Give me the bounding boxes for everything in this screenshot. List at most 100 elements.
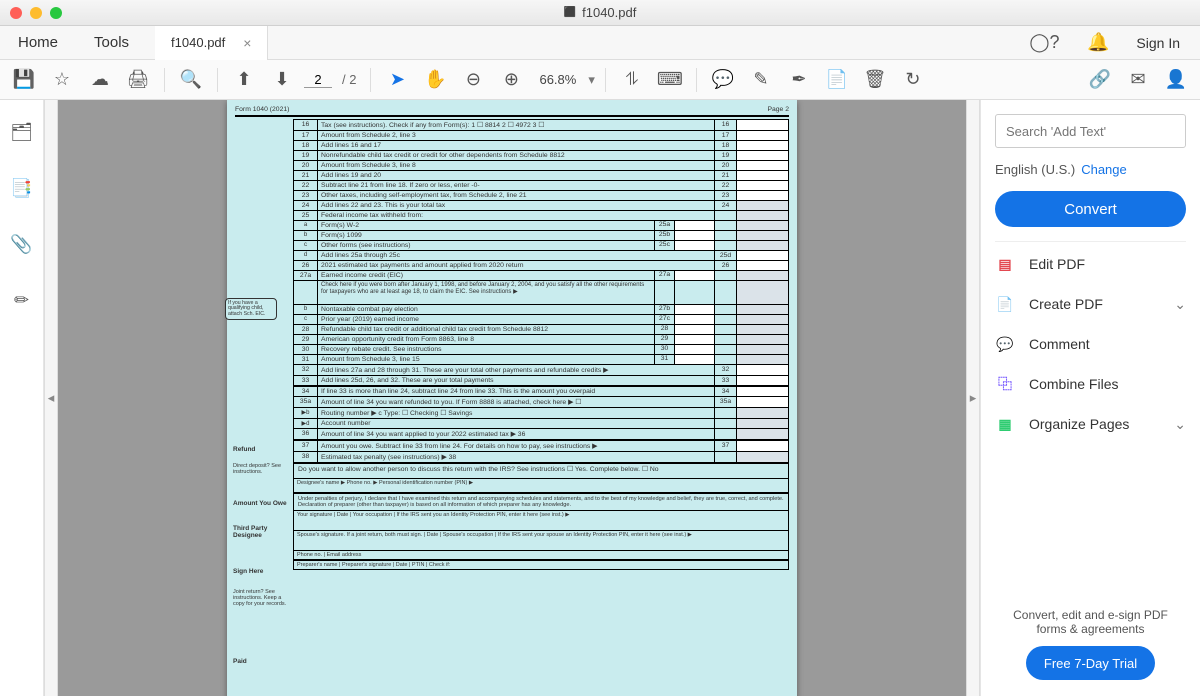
third-label: Third Party Designee: [233, 525, 287, 539]
footer-text: Convert, edit and e-sign PDF forms & agr…: [999, 608, 1182, 636]
comment-item[interactable]: 💬Comment: [995, 334, 1186, 354]
organize-pages-item[interactable]: ▦Organize Pages⌄: [995, 414, 1186, 434]
toolbar: 💾 ☆ ☁ 🖨 🔍 ⬆ ⬇ / 2 ➤ ✋ ⊖ ⊕ 66.8%▾ ⥮ ⌨ 💬 ✎…: [0, 60, 1200, 100]
line-35d: Account number: [318, 419, 714, 428]
pdf-page: Form 1040 (2021) Page 2 If you have a qu…: [227, 100, 797, 696]
line-27a-note: Check here if you were born after Januar…: [318, 281, 654, 304]
home-menu[interactable]: Home: [0, 34, 76, 51]
page-total: / 2: [342, 72, 356, 87]
sign-declaration: Under penalties of perjury, I declare th…: [294, 494, 788, 510]
collapse-right-icon[interactable]: ▸: [966, 100, 980, 696]
search-input[interactable]: [995, 114, 1186, 148]
zoom-in-icon[interactable]: ⊕: [495, 64, 527, 96]
page-up-icon[interactable]: ⬆: [228, 64, 260, 96]
sign-row-3: Phone no. | Email address: [294, 551, 788, 559]
thumbnails-icon[interactable]: 🗂: [6, 116, 38, 148]
paid-row: Preparer's name | Preparer's signature |…: [294, 561, 788, 569]
pointer-icon[interactable]: ➤: [381, 64, 413, 96]
line-33: Add lines 25d, 26, and 32. These are you…: [318, 376, 714, 385]
eic-callout: If you have a qualifying child, attach S…: [225, 298, 277, 320]
fit-width-icon[interactable]: ⥮: [616, 64, 648, 96]
star-icon[interactable]: ☆: [46, 64, 78, 96]
line-25a: Form(s) W-2: [318, 221, 654, 230]
create-pdf-item[interactable]: 📄 Create PDF ⌄: [995, 294, 1186, 314]
refund-label: Refund: [233, 446, 287, 453]
convert-button[interactable]: Convert: [995, 191, 1186, 227]
attachments-icon[interactable]: 📎: [6, 228, 38, 260]
window-titlebar: ⬛f1040.pdf: [0, 0, 1200, 26]
app-menubar: Home Tools f1040.pdf × ◯? 🔔 Sign In: [0, 26, 1200, 60]
chevron-down-icon: ⌄: [1174, 416, 1186, 433]
tab-title: f1040.pdf: [171, 35, 225, 50]
edit-pdf-label: Edit PDF: [1029, 256, 1085, 272]
third-party-row: Designee's name ▶ Phone no. ▶ Personal i…: [294, 479, 788, 492]
line-38: Estimated tax penalty (see instructions)…: [318, 452, 714, 462]
comment-tool-icon: 💬: [995, 334, 1015, 354]
organize-pages-label: Organize Pages: [1029, 416, 1129, 432]
zoom-out-icon[interactable]: ⊖: [457, 64, 489, 96]
notifications-icon[interactable]: 🔔: [1082, 27, 1114, 59]
close-window-icon[interactable]: [10, 7, 22, 19]
collapse-left-icon[interactable]: ◂: [44, 100, 58, 696]
zoom-level[interactable]: 66.8%: [539, 72, 576, 87]
line-22: Subtract line 21 from line 18. If zero o…: [318, 181, 714, 190]
line-25d: Add lines 25a through 25c: [318, 251, 714, 260]
rotate-icon[interactable]: ↻: [897, 64, 929, 96]
refund-note: Direct deposit? See instructions.: [233, 464, 287, 476]
chevron-down-icon: ⌄: [1174, 296, 1186, 313]
third-party-question: Do you want to allow another person to d…: [294, 464, 788, 478]
create-pdf-label: Create PDF: [1029, 296, 1103, 312]
line-35b: Routing number ▶ c Type: ☐ Checking ☐ Sa…: [318, 408, 714, 418]
sign-icon[interactable]: ✒: [783, 64, 815, 96]
profile-icon[interactable]: 👤: [1160, 64, 1192, 96]
pages-icon[interactable]: 📑: [6, 172, 38, 204]
minimize-window-icon[interactable]: [30, 7, 42, 19]
cloud-upload-icon[interactable]: ☁: [84, 64, 116, 96]
edit-pdf-item[interactable]: ▤Edit PDF: [995, 254, 1186, 274]
hand-icon[interactable]: ✋: [419, 64, 451, 96]
save-icon[interactable]: 💾: [8, 64, 40, 96]
line-26: 2021 estimated tax payments and amount a…: [318, 261, 714, 270]
document-canvas[interactable]: Form 1040 (2021) Page 2 If you have a qu…: [58, 100, 966, 696]
comment-icon[interactable]: 💬: [707, 64, 739, 96]
sign-label: Sign Here: [233, 568, 287, 575]
signin-link[interactable]: Sign In: [1136, 35, 1180, 51]
line-31: Amount from Schedule 3, line 15: [318, 355, 654, 364]
line-27c: Prior year (2019) earned income: [318, 315, 654, 324]
document-tab[interactable]: f1040.pdf ×: [155, 26, 268, 60]
highlight-icon[interactable]: ✎: [745, 64, 777, 96]
line-27b: Nontaxable combat pay election: [318, 305, 654, 314]
change-language-link[interactable]: Change: [1081, 162, 1127, 177]
line-27a: Earned income credit (EIC): [318, 271, 654, 280]
delete-icon[interactable]: 🗑: [859, 64, 891, 96]
fit-page-icon[interactable]: ⌨: [654, 64, 686, 96]
create-pdf-icon: 📄: [995, 294, 1015, 314]
window-title: f1040.pdf: [582, 5, 636, 20]
line-35a: Amount of line 34 you want refunded to y…: [318, 397, 714, 407]
line-20: Amount from Schedule 3, line 8: [318, 161, 714, 170]
page-down-icon[interactable]: ⬇: [266, 64, 298, 96]
tools-menu[interactable]: Tools: [76, 34, 147, 51]
left-rail: 🗂 📑 📎 ✏: [0, 100, 44, 696]
link-icon[interactable]: 🔗: [1084, 64, 1116, 96]
email-icon[interactable]: ✉: [1122, 64, 1154, 96]
line-23: Other taxes, including self-employment t…: [318, 191, 714, 200]
form-header-left: Form 1040 (2021): [235, 106, 289, 113]
maximize-window-icon[interactable]: [50, 7, 62, 19]
search-icon[interactable]: 🔍: [175, 64, 207, 96]
close-tab-icon[interactable]: ×: [243, 35, 251, 51]
help-icon[interactable]: ◯?: [1028, 27, 1060, 59]
combine-files-icon: ⿻: [995, 374, 1015, 394]
line-25: Federal income tax withheld from:: [318, 211, 714, 220]
print-icon[interactable]: 🖨: [122, 64, 154, 96]
sign-note: Joint return? See instructions. Keep a c…: [233, 590, 287, 607]
signatures-icon[interactable]: ✏: [6, 284, 38, 316]
line-34: If line 33 is more than line 24, subtrac…: [318, 387, 714, 396]
page-number-input[interactable]: [304, 72, 332, 88]
stamp-icon[interactable]: 📄: [821, 64, 853, 96]
free-trial-button[interactable]: Free 7-Day Trial: [1026, 646, 1155, 680]
line-18: Add lines 16 and 17: [318, 141, 714, 150]
combine-files-item[interactable]: ⿻Combine Files: [995, 374, 1186, 394]
line-19: Nonrefundable child tax credit or credit…: [318, 151, 714, 160]
line-16: Tax (see instructions). Check if any fro…: [318, 120, 714, 130]
